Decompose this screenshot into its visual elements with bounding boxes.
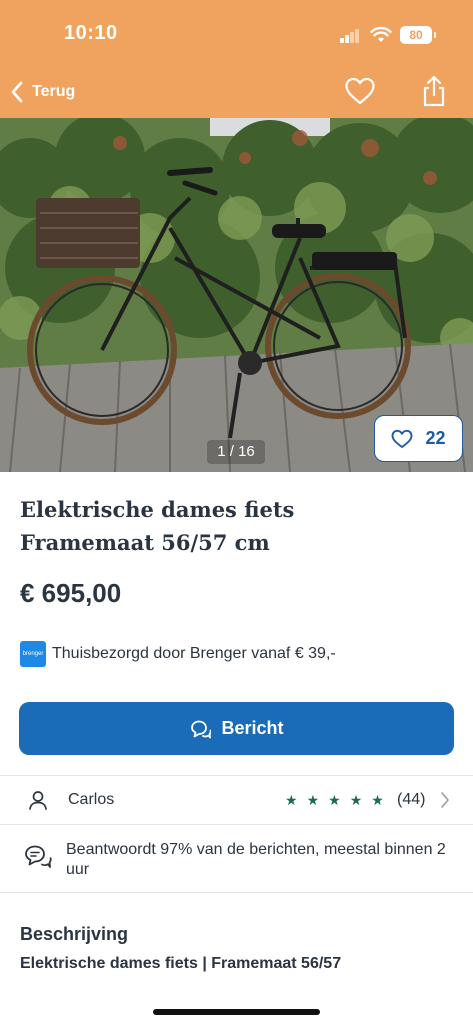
listing-price: € 695,00 (20, 578, 122, 608)
header-bar: 10:10 80 Terug (0, 0, 473, 118)
chevron-right-icon (441, 792, 449, 808)
share-icon[interactable] (418, 74, 450, 108)
nav-bar: Terug (0, 64, 473, 118)
battery-indicator: 80 (400, 26, 436, 44)
back-chevron-icon (11, 81, 23, 103)
seller-name: Carlos (68, 791, 115, 808)
heart-icon[interactable] (344, 76, 376, 106)
status-bar: 10:10 80 (0, 0, 473, 64)
star-icon: ★ (285, 792, 298, 808)
star-icon: ★ (371, 792, 384, 808)
star-icon: ★ (349, 792, 363, 808)
photo-counter: 1 / 16 (207, 440, 265, 464)
seller-row[interactable]: Carlos ★ ★ ★ ★ ★ (44) (0, 776, 473, 824)
response-rate-row: Beantwoordt 97% van de berichten, meesta… (0, 826, 473, 892)
listing-photo[interactable]: 1 / 16 22 (0, 118, 473, 472)
brenger-logo: brenger (20, 641, 46, 667)
description-text: Elektrische dames fiets | Framemaat 56/5… (20, 955, 342, 972)
divider (0, 824, 473, 825)
star-icon: ★ (306, 792, 320, 808)
review-count: (44) (397, 791, 426, 808)
delivery-text: Thuisbezorgd door Brenger vanaf € 39,- (52, 645, 336, 662)
divider (0, 892, 473, 893)
favorite-count: 22 (425, 428, 446, 448)
listing-title-line2: Framemaat 56/57 cm (20, 530, 270, 555)
delivery-option[interactable]: brenger Thuisbezorgd door Brenger vanaf … (20, 641, 336, 667)
seller-rating: ★ ★ ★ ★ ★ (285, 791, 384, 809)
user-icon (29, 791, 47, 810)
status-time: 10:10 (64, 22, 118, 44)
back-label: Terug (32, 83, 76, 100)
signal-icon (340, 29, 360, 43)
response-rate-text: Beantwoordt 97% van de berichten, meesta… (66, 841, 446, 878)
listing-title: Elektrische dames fiets Framemaat 56/57 … (20, 493, 460, 559)
favorite-count-button[interactable]: 22 (374, 415, 463, 462)
back-button[interactable]: Terug (10, 78, 75, 106)
heart-outline-icon (392, 429, 413, 448)
description-heading: Beschrijving (20, 924, 129, 944)
chat-bubbles-icon (191, 720, 212, 738)
home-indicator[interactable] (153, 1009, 320, 1015)
listing-title-line1: Elektrische dames fiets (20, 497, 295, 522)
star-icon: ★ (328, 792, 341, 808)
wifi-icon (370, 26, 392, 42)
message-button[interactable]: Bericht (19, 702, 454, 755)
message-button-label: Bericht (221, 718, 284, 738)
response-chat-icon (25, 845, 52, 868)
